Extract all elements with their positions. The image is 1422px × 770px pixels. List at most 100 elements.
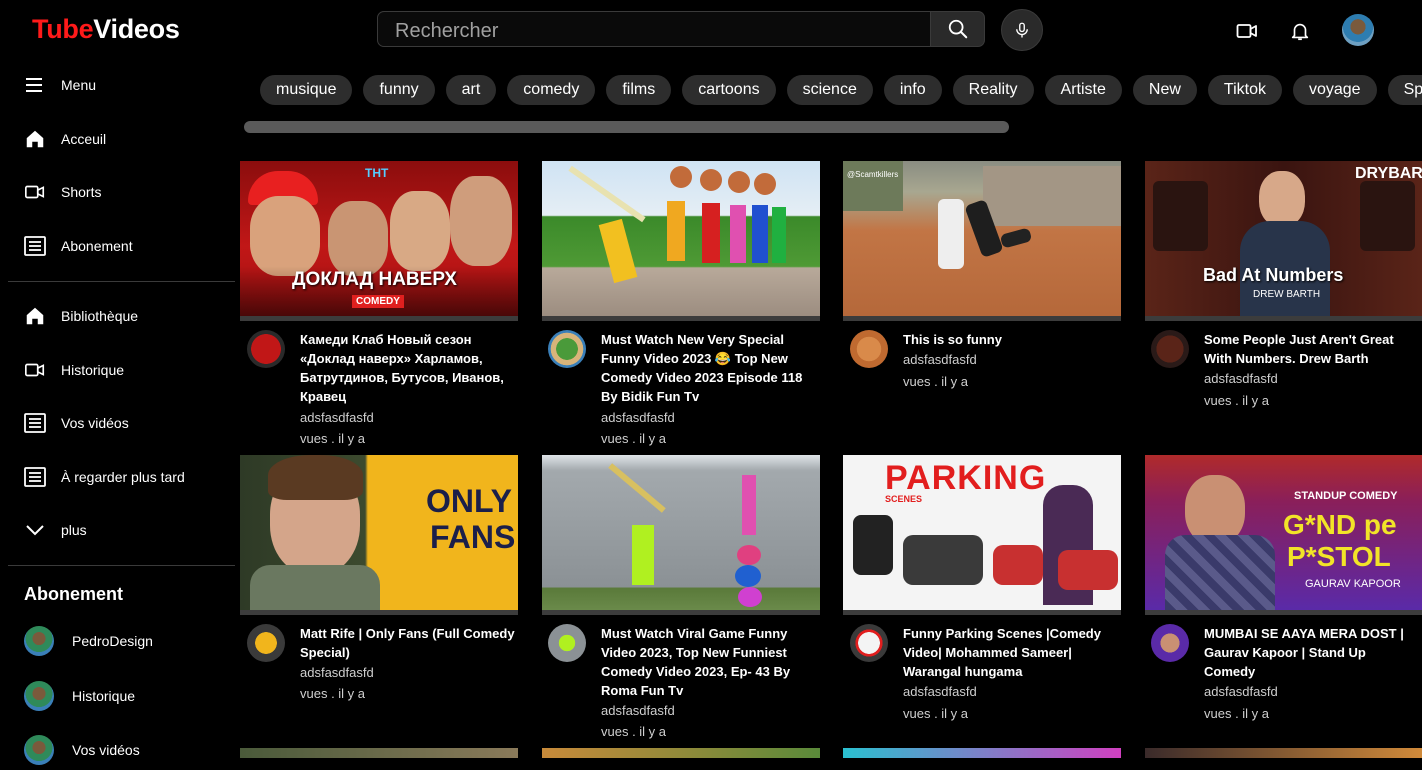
video-thumbnail[interactable]: PARKING SCENES — [843, 455, 1121, 610]
video-card[interactable]: ONLY FANS — [240, 455, 518, 615]
subscription-item[interactable]: PedroDesign — [0, 621, 236, 661]
sidebar-item-historique[interactable]: Historique — [0, 350, 236, 390]
video-thumbnail[interactable] — [542, 161, 820, 316]
video-title[interactable]: Must Watch Viral Game Funny Video 2023, … — [601, 624, 816, 700]
chip-artiste[interactable]: Artiste — [1044, 75, 1122, 105]
sidebar-item-acceuil[interactable]: Acceuil — [0, 119, 236, 159]
home-icon — [23, 304, 47, 328]
sidebar-item-label: Bibliothèque — [61, 308, 139, 324]
video-title[interactable]: This is so funny — [903, 330, 1118, 349]
video-thumbnail[interactable]: STANDUP COMEDY G*ND pe P*STOL GAURAV KAP… — [1145, 455, 1422, 610]
video-thumbnail[interactable] — [843, 748, 1121, 758]
chip-films[interactable]: films — [606, 75, 672, 105]
chip-new[interactable]: New — [1132, 75, 1197, 105]
video-thumbnail[interactable] — [542, 455, 820, 610]
thumbnail-top-label: STANDUP COMEDY — [1294, 490, 1398, 502]
subscription-item[interactable]: Historique — [0, 676, 236, 716]
video-channel[interactable]: adsfasdfasfd — [601, 703, 675, 718]
video-meta: vues . il y a — [903, 374, 969, 389]
chip-funny[interactable]: funny — [363, 75, 435, 105]
chevron-down-icon — [23, 518, 47, 542]
chip-science[interactable]: science — [786, 75, 873, 105]
sidebar-item-abonement[interactable]: Abonement — [0, 226, 236, 266]
chip-comedy[interactable]: comedy — [507, 75, 596, 105]
channel-avatar[interactable] — [247, 330, 285, 368]
search-icon — [948, 19, 967, 39]
search-button[interactable] — [931, 11, 985, 47]
thumbnail-logo: DRYBAR — [1355, 165, 1422, 182]
video-channel[interactable]: adsfasdfasfd — [903, 352, 977, 367]
progress-bar — [843, 316, 1121, 321]
sidebar-item-label: plus — [61, 522, 87, 538]
video-card[interactable]: STANDUP COMEDY G*ND pe P*STOL GAURAV KAP… — [1145, 455, 1422, 615]
video-channel[interactable]: adsfasdfasfd — [300, 665, 374, 680]
subscription-item[interactable]: Vos vidéos — [0, 730, 236, 770]
chip-tiktok[interactable]: Tiktok — [1207, 75, 1282, 105]
thumbnail-caption: PARKING — [885, 459, 1047, 497]
video-card[interactable] — [542, 455, 820, 615]
chip-reality[interactable]: Reality — [952, 75, 1034, 105]
video-title[interactable]: Funny Parking Scenes |Comedy Video| Moha… — [903, 624, 1118, 681]
video-thumbnail[interactable] — [1145, 748, 1422, 758]
sidebar-item-watch-later[interactable]: À regarder plus tard — [0, 457, 236, 497]
channel-avatar[interactable] — [1151, 330, 1189, 368]
create-video-button[interactable] — [1232, 16, 1262, 46]
video-thumbnail[interactable]: ONLY FANS — [240, 455, 518, 610]
sidebar-divider — [8, 565, 235, 566]
sidebar-item-label: Vos vidéos — [61, 415, 129, 431]
chip-art[interactable]: art — [445, 75, 497, 105]
channel-avatar[interactable] — [850, 330, 888, 368]
video-title[interactable]: Matt Rife | Only Fans (Full Comedy Speci… — [300, 624, 515, 662]
chip-voyage[interactable]: voyage — [1292, 75, 1377, 105]
video-meta: vues . il y a — [1204, 706, 1270, 721]
video-thumbnail[interactable]: @Scamtkillers — [843, 161, 1121, 316]
channel-avatar[interactable] — [548, 330, 586, 368]
voice-search-button[interactable] — [1001, 9, 1043, 51]
video-thumbnail[interactable] — [542, 748, 820, 758]
video-card[interactable]: ТНТ ДОКЛАД НАВЕРХ COMEDY — [240, 161, 518, 321]
sidebar-item-bibliotheque[interactable]: Bibliothèque — [0, 296, 236, 336]
video-meta: vues . il y a — [601, 431, 667, 446]
video-thumbnail[interactable]: DRYBAR Bad At Numbers DREW BARTH — [1145, 161, 1422, 316]
progress-bar — [542, 316, 820, 321]
video-camera-icon — [23, 180, 47, 204]
video-channel[interactable]: adsfasdfasfd — [300, 410, 374, 425]
sidebar-item-shorts[interactable]: Shorts — [0, 172, 236, 212]
video-card[interactable]: @Scamtkillers — [843, 161, 1121, 321]
chip-info[interactable]: info — [883, 75, 942, 105]
chips-scrollbar[interactable] — [244, 121, 1009, 133]
notifications-button[interactable] — [1285, 16, 1315, 46]
video-title[interactable]: Камеди Клаб Новый сезон «Доклад наверх» … — [300, 330, 515, 406]
avatar — [24, 626, 54, 656]
video-channel[interactable]: adsfasdfasfd — [1204, 371, 1278, 386]
video-title[interactable]: Some People Just Aren't Great With Numbe… — [1204, 330, 1419, 368]
chip-cartoons[interactable]: cartoons — [682, 75, 776, 105]
video-channel[interactable]: adsfasdfasfd — [601, 410, 675, 425]
channel-avatar[interactable] — [247, 624, 285, 662]
sidebar-item-plus[interactable]: plus — [0, 510, 236, 550]
video-meta: vues . il y a — [300, 431, 366, 446]
sidebar-item-label: Abonement — [61, 238, 133, 254]
thumbnail-caption: ДОКЛАД НАВЕРХ — [292, 269, 457, 290]
video-card[interactable]: PARKING SCENES — [843, 455, 1121, 615]
channel-avatar[interactable] — [548, 624, 586, 662]
thumbnail-watermark: @Scamtkillers — [847, 170, 899, 179]
logo[interactable]: TubeVideos — [32, 14, 180, 45]
chip-musique[interactable]: musique — [260, 75, 353, 105]
video-thumbnail[interactable]: ТНТ ДОКЛАД НАВЕРХ COMEDY — [240, 161, 518, 316]
video-card[interactable]: DRYBAR Bad At Numbers DREW BARTH — [1145, 161, 1422, 321]
video-channel[interactable]: adsfasdfasfd — [903, 684, 977, 699]
sidebar-item-vos-videos[interactable]: Vos vidéos — [0, 403, 236, 443]
video-card[interactable] — [542, 161, 820, 321]
chip-sp[interactable]: Sp — [1387, 75, 1422, 105]
category-chips: musique funny art comedy films cartoons … — [260, 75, 1422, 105]
avatar[interactable] — [1342, 14, 1374, 46]
channel-avatar[interactable] — [1151, 624, 1189, 662]
video-title[interactable]: MUMBAI SE AAYA MERA DOST | Gaurav Kapoor… — [1204, 624, 1419, 681]
channel-avatar[interactable] — [850, 624, 888, 662]
search-input[interactable] — [393, 18, 917, 44]
sidebar-menu-toggle[interactable]: Menu — [0, 65, 236, 105]
video-thumbnail[interactable] — [240, 748, 518, 758]
video-channel[interactable]: adsfasdfasfd — [1204, 684, 1278, 699]
video-title[interactable]: Must Watch New Very Special Funny Video … — [601, 330, 816, 406]
